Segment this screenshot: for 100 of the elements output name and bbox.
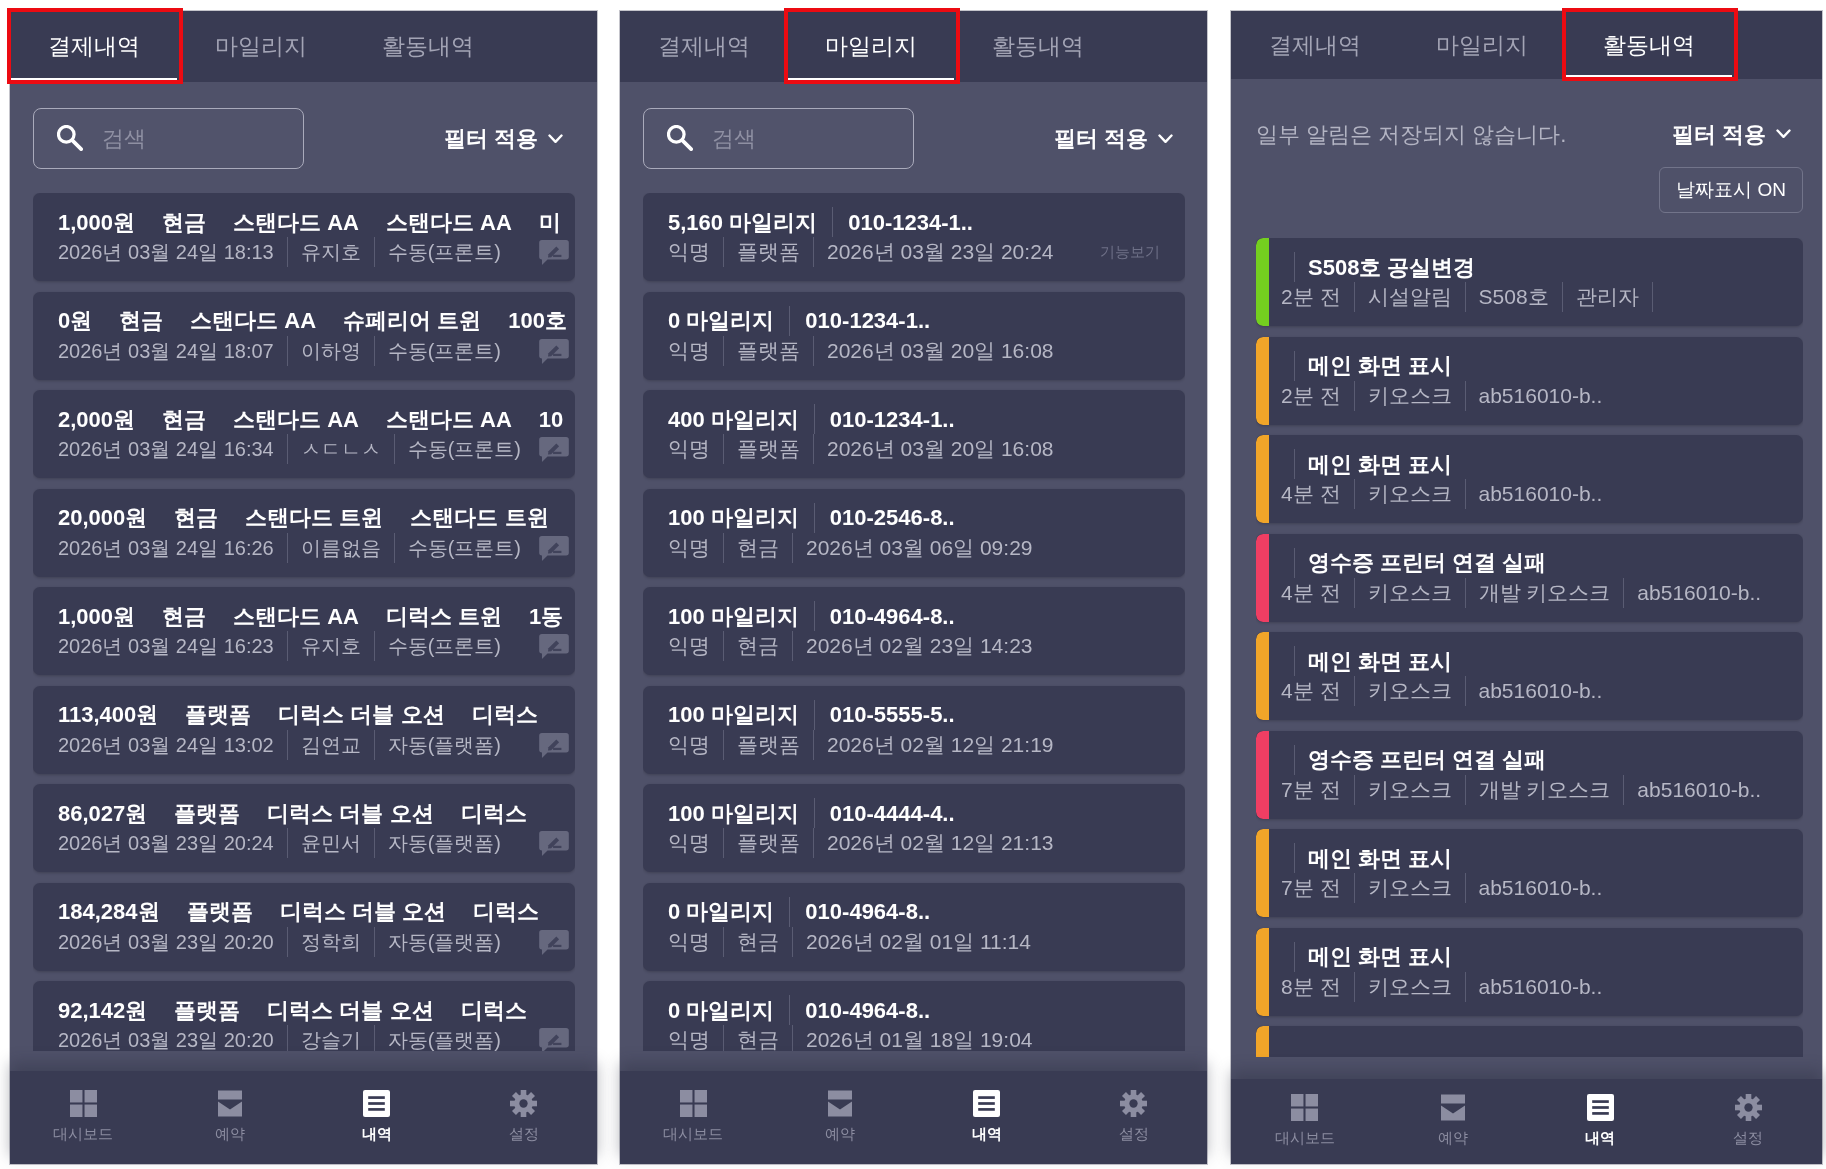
payment-card[interactable]: 86,027원 플랫폼 디럭스 더블 오션 디럭스 2026년 03월 23일 20:24 윤민서 자동(플랫폼) [33, 784, 575, 872]
category-text: 키오스크 [1367, 678, 1452, 705]
mileage-card[interactable]: 0 마일리지 010-4964-8.. 익명 현금 2026년 02월 01일 11:14 [643, 882, 1185, 971]
tab[interactable]: 결제내역 [10, 11, 177, 82]
comment-edit-icon [539, 535, 569, 561]
time-ago-text: 4분 전 [1281, 678, 1341, 705]
mileage-card[interactable]: 100 마일리지 010-4964-8.. 익명 현금 2026년 02월 23일 14:23 [643, 587, 1185, 675]
payment-card[interactable]: 92,142원 플랫폼 디럭스 더블 오션 디럭스 2026년 03월 23일 20:20 강슬기 자동(플랫폼) [33, 981, 575, 1051]
list-icon [363, 1089, 391, 1117]
customer-name-text: 익명 [668, 1027, 710, 1051]
activity-title: 메인 화면 표시 [1308, 352, 1453, 380]
filter-dropdown[interactable]: 필터 적용 [1053, 122, 1185, 155]
date-text: 2026년 03월 24일 13:02 [58, 732, 274, 758]
entry-method-text: 수동(프론트) [407, 535, 522, 561]
activity-card[interactable]: 영수증 프린터 연결 실패 7분 전 키오스크 개발 키오스크 ab516010-b.. [1256, 730, 1803, 819]
payment-card[interactable]: 1,000원 현금 스탠다드 AA 스탠다드 AA 미 2026년 03월 24일 18:13 유지호 수동(프론트) [33, 193, 575, 281]
comment-edit-icon [539, 338, 569, 364]
settings-icon [1734, 1093, 1762, 1121]
payment-method-text: 현금 [737, 534, 779, 561]
activity-card[interactable]: 메인 화면 표시 7분 전 키오스크 ab516010-b.. [1256, 829, 1803, 917]
tab[interactable]: 마일리지 [787, 11, 954, 82]
room-type-text: 스탠다드 트윈 [245, 504, 384, 532]
activity-card[interactable]: 메인 화면 표시 4분 전 키오스크 ab516010-b.. [1256, 632, 1803, 720]
tab[interactable]: 마일리지 [1398, 11, 1565, 79]
mileage-card[interactable]: 400 마일리지 010-1234-1.. 익명 플랫폼 2026년 03월 20일 16:08 [643, 390, 1185, 478]
date-text: 2026년 01월 18일 19:04 [806, 1027, 1033, 1051]
list-icon [1586, 1093, 1614, 1121]
amount-text: 184,284원 [58, 898, 160, 926]
amount-text: 86,027원 [58, 799, 148, 828]
payment-card[interactable]: 2,000원 현금 스탠다드 AA 스탠다드 AA 10 2026년 03월 24일 16:34 ㅅㄷㄴㅅ 수동(프론트) [33, 390, 575, 478]
room-text: 1동 [529, 602, 564, 631]
payment-method-text: 현금 [174, 504, 219, 532]
tab[interactable]: 마일리지 [177, 11, 344, 82]
guest-name-text: 이름없음 [300, 535, 381, 561]
tab[interactable]: 결제내역 [1231, 11, 1398, 79]
guest-name-text: 김연교 [300, 732, 361, 758]
comment-edit-icon [539, 437, 569, 462]
search-field[interactable]: 검색 [33, 108, 304, 169]
time-ago-text: 8분 전 [1281, 973, 1341, 1000]
bottom-nav-item[interactable]: 내역 [913, 1071, 1061, 1164]
detail-text: ab516010-b.. [1637, 579, 1762, 606]
tab[interactable]: 활동내역 [344, 11, 511, 82]
entry-method-text: 수동(프론트) [387, 240, 502, 265]
time-ago-text: 7분 전 [1281, 875, 1341, 902]
mileage-card[interactable]: 0 마일리지 010-1234-1.. 익명 플랫폼 2026년 03월 20일 16:08 [643, 291, 1185, 380]
payment-card[interactable]: 20,000원 현금 스탠다드 트윈 스탠다드 트윈 2026년 03월 24일 16:26 이름없음 수동(프론트) [33, 488, 575, 577]
detail-text: ab516010-b.. [1478, 678, 1603, 705]
entry-method-text: 수동(프론트) [387, 338, 502, 364]
payment-method-text: 현금 [162, 405, 207, 434]
room-type-text: 스탠다드 AA [385, 208, 512, 237]
date-text: 2026년 02월 12일 21:19 [827, 731, 1054, 758]
chevron-down-icon [548, 133, 563, 144]
customer-name-text: 익명 [668, 731, 710, 758]
guest-name-text: 강슬기 [300, 1028, 361, 1051]
mileage-card[interactable]: 0 마일리지 010-4964-8.. 익명 현금 2026년 01월 18일 19:04 [643, 981, 1185, 1051]
entry-method-text: 수동(프론트) [407, 437, 522, 462]
category-text: 시설알림 [1367, 284, 1452, 311]
payment-card[interactable]: 113,400원 플랫폼 디럭스 더블 오션 디럭스 2026년 03월 24일 13:02 김연교 자동(플랫폼) [33, 685, 575, 774]
room-type-text: 디럭스 더블 오션 [278, 701, 445, 729]
payment-card[interactable]: 184,284원 플랫폼 디럭스 더블 오션 디럭스 2026년 03월 23일 20:20 정학희 자동(플랫폼) [33, 882, 575, 971]
filter-dropdown[interactable]: 필터 적용 [1671, 117, 1803, 151]
amount-text: 92,142원 [58, 996, 148, 1025]
payment-card[interactable]: 1,000원 현금 스탠다드 AA 디럭스 트윈 1동 2026년 03월 24일 16:23 유지호 수동(프론트) [33, 587, 575, 675]
activity-card[interactable]: 메인 화면 표시 4분 전 키오스크 ab516010-b.. [1256, 435, 1803, 523]
guest-name-text: 이하영 [300, 338, 361, 364]
search-field[interactable]: 검색 [643, 108, 914, 169]
settings-icon [510, 1089, 538, 1117]
date-display-toggle[interactable]: 날짜표시 ON [1659, 167, 1803, 213]
grid-icon [69, 1089, 97, 1117]
filter-dropdown[interactable]: 필터 적용 [443, 122, 575, 155]
tab[interactable]: 결제내역 [620, 11, 787, 82]
mileage-card[interactable]: 100 마일리지 010-4444-4.. 익명 플랫폼 2026년 02월 12일 21:13 [643, 784, 1185, 872]
guest-name-text: 정학희 [300, 929, 361, 955]
date-text: 2026년 03월 24일 16:26 [58, 535, 274, 561]
activity-title: 영수증 프린터 연결 실패 [1308, 746, 1547, 774]
category-text: 키오스크 [1367, 875, 1452, 902]
mileage-card[interactable]: 100 마일리지 010-5555-5.. 익명 플랫폼 2026년 02월 12일 21:19 [643, 685, 1185, 774]
activity-title: 메인 화면 표시 [1308, 844, 1453, 873]
activity-card[interactable]: S508호 공실변경 2분 전 시설알림 S508호 관리자 [1256, 238, 1803, 326]
payment-card[interactable]: 0원 현금 스탠다드 AA 슈페리어 트윈 100호 2026년 03월 24일 18:07 이하영 수동(프론트) [33, 291, 575, 380]
date-text: 2026년 03월 23일 20:24 [827, 239, 1054, 266]
mileage-card[interactable]: 100 마일리지 010-2546-8.. 익명 현금 2026년 03월 06일 09:29 [643, 488, 1185, 577]
mileage-amount-text: 400 마일리지 [668, 405, 799, 434]
comment-edit-icon [539, 240, 569, 265]
tab[interactable]: 활동내역 [954, 11, 1121, 82]
bottom-nav-item[interactable]: 내역 [303, 1071, 451, 1164]
activity-card[interactable]: 메인 화면 표시 8분 전 키오스크 ab516010-b.. [1256, 927, 1803, 1016]
date-text: 2026년 03월 23일 20:20 [58, 929, 274, 955]
chevron-down-icon [1776, 129, 1791, 139]
grid-icon [679, 1089, 707, 1117]
mileage-amount-text: 0 마일리지 [668, 307, 775, 335]
detail-text: 관리자 [1575, 284, 1639, 311]
activity-card[interactable]: 메인 화면 표시 2분 전 키오스크 ab516010-b.. [1256, 336, 1803, 425]
room-type-text: 디럭스 [460, 799, 527, 828]
activity-card[interactable]: 영수증 프린터 연결 실패 4분 전 키오스크 개발 키오스크 ab516010-b.. [1256, 533, 1803, 622]
category-text: 키오스크 [1367, 579, 1452, 606]
entry-method-text: 자동(플랫폼) [387, 831, 502, 856]
date-text: 2026년 03월 24일 16:23 [58, 634, 274, 659]
tab[interactable]: 활동내역 [1565, 11, 1732, 79]
bottom-nav-item[interactable]: 내역 [1526, 1079, 1675, 1164]
